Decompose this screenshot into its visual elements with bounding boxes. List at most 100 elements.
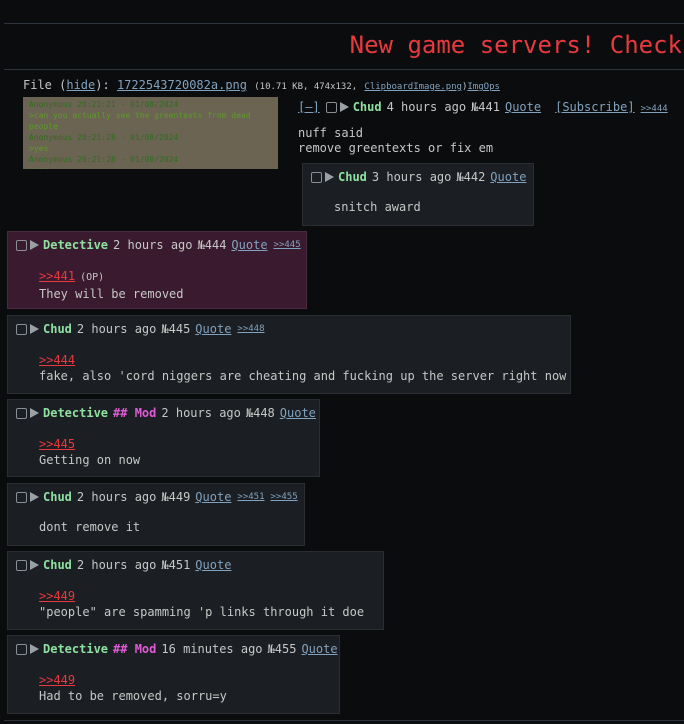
reply-post: Detective ## Mod 2 hours ago №448 Quote >>445… (7, 399, 320, 477)
mod-capcode: ## Mod (113, 406, 157, 420)
backlink[interactable]: >>444 (641, 104, 668, 114)
poster-name: Chud (43, 558, 72, 572)
post-header: Chud 3 hours ago №442 Quote (311, 170, 526, 184)
file-label: File ( (23, 78, 67, 92)
select-checkbox[interactable] (16, 643, 27, 655)
post-header: Detective ## Mod 2 hours ago №448 Quote (16, 406, 316, 420)
collapse-toggle[interactable]: [–] (298, 100, 320, 114)
post-text: Getting on now (39, 453, 141, 467)
post-number[interactable]: №441 (471, 100, 500, 114)
file-name-link[interactable]: 1722543720082a.png (117, 78, 247, 92)
thumbnail-text-line: >yes (29, 144, 49, 153)
quote-link[interactable]: Quote (231, 238, 267, 252)
quote-link[interactable]: Quote (195, 558, 231, 572)
post-header: Chud 2 hours ago №449 Quote >>451 >>455 (16, 490, 298, 504)
select-checkbox[interactable] (16, 239, 27, 251)
post-menu-icon[interactable] (30, 644, 39, 654)
quote-link[interactable]: Quote (280, 406, 316, 420)
reply-reference: >>441 (OP) (39, 268, 184, 286)
page-title: New game servers! Check (349, 31, 682, 59)
op-body-line: remove greentexts or fix em (298, 141, 494, 155)
reply-post: Chud 2 hours ago №445 Quote >>448 >>444 fake, … (7, 315, 571, 394)
reply-post: Chud 3 hours ago №442 Quote snitch award (302, 163, 534, 226)
post-menu-icon[interactable] (30, 324, 39, 334)
backlink[interactable]: >>445 (274, 240, 301, 250)
quote-link[interactable]: Quote (195, 322, 231, 336)
post-time: 2 hours ago (76, 558, 157, 572)
backlink[interactable]: >>455 (271, 492, 298, 502)
poster-name: Detective (43, 642, 109, 656)
reply-post: Chud 2 hours ago №451 Quote >>449 "people" ar… (7, 551, 384, 630)
post-time: 16 minutes ago (161, 642, 263, 656)
reply-reference-link[interactable]: >>445 (39, 437, 75, 451)
title-divider (4, 69, 684, 70)
thumbnail-text-line: Anonymous 20:21:21 - 01/08/2024 (29, 100, 179, 109)
select-checkbox[interactable] (16, 491, 27, 503)
reply-reference-link[interactable]: >>441 (39, 269, 75, 283)
mod-capcode: ## Mod (113, 642, 157, 656)
poster-name: Chud (338, 170, 367, 184)
select-checkbox[interactable] (311, 171, 322, 183)
post-menu-icon[interactable] (30, 560, 39, 570)
post-time: 3 hours ago (371, 170, 452, 184)
reply-reference: >>449 (39, 672, 227, 688)
post-menu-icon[interactable] (30, 240, 39, 250)
backlink[interactable]: >>451 (237, 492, 264, 502)
post-time: 2 hours ago (76, 490, 157, 504)
post-menu-icon[interactable] (30, 492, 39, 502)
reply-post: Detective 2 hours ago №444 Quote >>445 >>441 (… (7, 231, 307, 309)
post-number[interactable]: №444 (198, 238, 227, 252)
select-checkbox[interactable] (16, 323, 27, 335)
post-menu-icon[interactable] (339, 102, 349, 112)
select-checkbox[interactable] (16, 407, 27, 419)
post-header: Chud 2 hours ago №445 Quote >>448 (16, 322, 265, 336)
poster-name: Chud (43, 490, 72, 504)
quote-link[interactable]: Quote (301, 642, 337, 656)
reply-reference-link[interactable]: >>449 (39, 589, 75, 603)
reply-post: Detective ## Mod 16 minutes ago №455 Quote >>… (7, 635, 340, 714)
reply-reference: >>449 (39, 588, 364, 604)
op-body: nuff said remove greentexts or fix em (298, 126, 493, 156)
post-header: Detective 2 hours ago №444 Quote >>445 (16, 238, 301, 252)
post-number[interactable]: №451 (161, 558, 190, 572)
post-body: >>445 Getting on now (39, 436, 140, 468)
reply-post: Chud 2 hours ago №449 Quote >>451 >>455 dont r… (7, 483, 305, 546)
backlink[interactable]: >>448 (237, 324, 264, 334)
imgops-link[interactable]: ImgOps (467, 82, 500, 92)
poster-name: Chud (352, 100, 382, 114)
post-header: Chud 2 hours ago №451 Quote (16, 558, 231, 572)
original-filename-link[interactable]: ClipboardImage.png (364, 82, 462, 92)
post-number[interactable]: №449 (161, 490, 190, 504)
post-text: Had to be removed, sorru=y (39, 689, 227, 703)
file-meta: (10.71 KB, 474x132, (254, 82, 358, 92)
post-text: snitch award (334, 200, 421, 214)
op-header: [–] Chud 4 hours ago №441 Quote [Subscri… (298, 100, 668, 114)
post-number[interactable]: №442 (456, 170, 485, 184)
select-checkbox[interactable] (16, 559, 27, 571)
post-number[interactable]: №448 (246, 406, 275, 420)
post-body: >>444 fake, also 'cord niggers are cheati… (39, 352, 566, 384)
thumbnail-text-line: >can you actually see the greentexts fro… (29, 111, 251, 131)
post-number[interactable]: №445 (161, 322, 190, 336)
file-info: File (hide): 1722543720082a.png (10.71 K… (23, 78, 500, 92)
post-menu-icon[interactable] (325, 172, 334, 182)
op-image-thumbnail[interactable]: Anonymous 20:21:21 - 01/08/2024 >can you … (23, 97, 278, 169)
quote-link[interactable]: Quote (490, 170, 526, 184)
quote-link[interactable]: Quote (505, 100, 541, 114)
select-checkbox[interactable] (325, 101, 337, 113)
post-time: 2 hours ago (161, 406, 241, 420)
top-divider (4, 23, 684, 24)
quote-link[interactable]: Quote (195, 490, 231, 504)
thumbnail-text-line: >yes (29, 165, 272, 169)
post-body: dont remove it (39, 519, 140, 535)
poster-name: Detective (43, 406, 109, 420)
post-menu-icon[interactable] (30, 408, 39, 418)
post-time: 2 hours ago (113, 238, 193, 252)
reply-reference-link[interactable]: >>444 (39, 353, 75, 367)
post-body: snitch award (334, 199, 421, 215)
reply-reference-link[interactable]: >>449 (39, 673, 75, 687)
post-time: 4 hours ago (386, 100, 467, 114)
post-number[interactable]: №455 (268, 642, 297, 656)
subscribe-link[interactable]: [Subscribe] (555, 100, 634, 114)
hide-link[interactable]: hide (66, 78, 95, 92)
